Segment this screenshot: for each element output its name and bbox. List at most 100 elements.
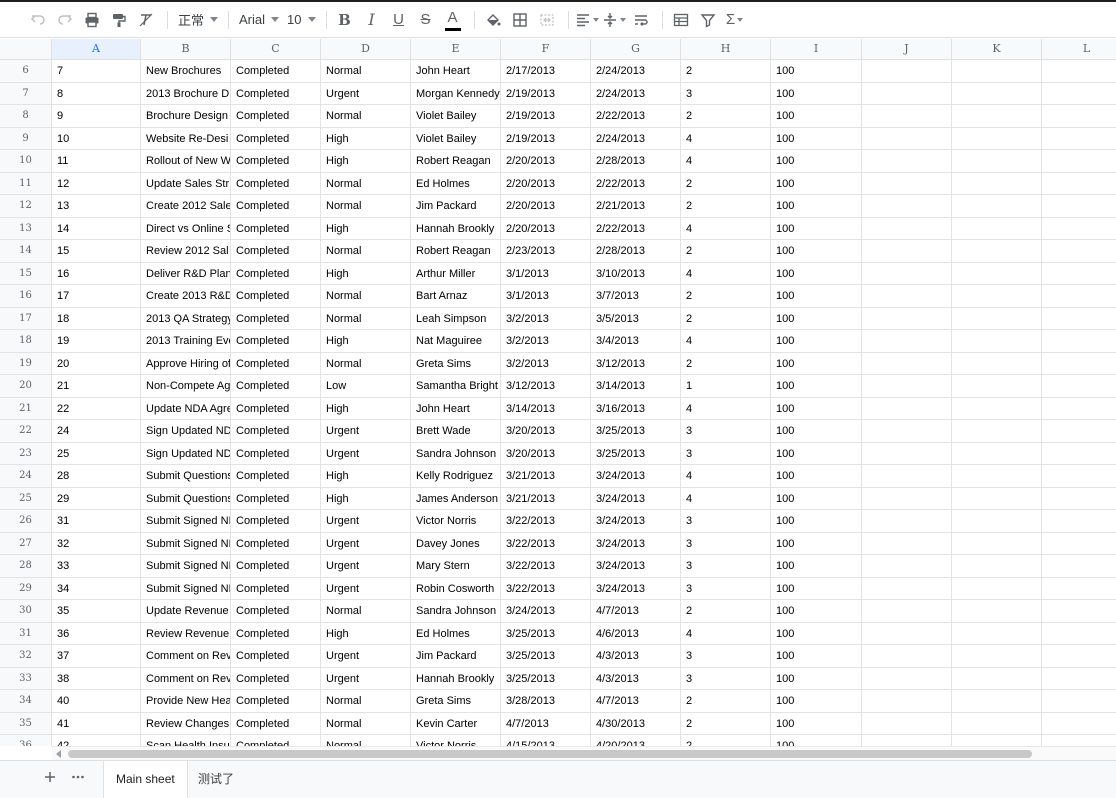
cell-h[interactable]: 2 bbox=[681, 195, 771, 217]
cell-l[interactable] bbox=[1042, 578, 1116, 600]
cell-h[interactable]: 3 bbox=[681, 510, 771, 532]
cell-j[interactable] bbox=[862, 307, 952, 329]
cell-l[interactable] bbox=[1042, 375, 1116, 397]
cell-l[interactable] bbox=[1042, 555, 1116, 577]
cell-l[interactable] bbox=[1042, 690, 1116, 712]
cell-a[interactable]: 22 bbox=[52, 397, 141, 419]
cell-k[interactable] bbox=[952, 712, 1042, 734]
cell-f[interactable]: 3/1/2013 bbox=[501, 262, 591, 284]
cell-e[interactable]: Greta Sims bbox=[411, 352, 501, 374]
row-header[interactable]: 17 bbox=[0, 307, 52, 329]
row-header[interactable]: 21 bbox=[0, 397, 52, 419]
cell-g[interactable]: 3/25/2013 bbox=[591, 442, 681, 464]
cell-i[interactable]: 100 bbox=[771, 622, 862, 644]
cell-a[interactable]: 12 bbox=[52, 172, 141, 194]
cell-d[interactable]: Urgent bbox=[321, 667, 411, 689]
cell-e[interactable]: Samantha Bright bbox=[411, 375, 501, 397]
undo-icon[interactable] bbox=[26, 6, 50, 34]
cell-j[interactable] bbox=[862, 195, 952, 217]
cell-i[interactable]: 100 bbox=[771, 285, 862, 307]
cell-h[interactable]: 4 bbox=[681, 465, 771, 487]
cell-e[interactable]: Jim Packard bbox=[411, 195, 501, 217]
cell-a[interactable]: 25 bbox=[52, 442, 141, 464]
cell-h[interactable]: 3 bbox=[681, 532, 771, 554]
cell-d[interactable]: Normal bbox=[321, 735, 411, 746]
cell-b[interactable]: Rollout of New W bbox=[141, 150, 231, 172]
cell-b[interactable]: Review Changes bbox=[141, 712, 231, 734]
cell-h[interactable]: 4 bbox=[681, 487, 771, 509]
column-header-h[interactable]: H bbox=[681, 39, 771, 59]
cell-k[interactable] bbox=[952, 442, 1042, 464]
cell-g[interactable]: 3/24/2013 bbox=[591, 532, 681, 554]
row-header[interactable]: 10 bbox=[0, 150, 52, 172]
cell-e[interactable]: Ed Holmes bbox=[411, 172, 501, 194]
cell-k[interactable] bbox=[952, 510, 1042, 532]
cell-a[interactable]: 37 bbox=[52, 645, 141, 667]
sheet-tab-test[interactable]: 测试了 bbox=[186, 761, 246, 798]
cell-a[interactable]: 19 bbox=[52, 330, 141, 352]
cell-k[interactable] bbox=[952, 577, 1042, 599]
column-header-j[interactable]: J bbox=[862, 39, 952, 59]
cell-j[interactable] bbox=[862, 262, 952, 284]
cell-a[interactable]: 17 bbox=[52, 285, 141, 307]
cell-k[interactable] bbox=[952, 465, 1042, 487]
add-sheet-icon[interactable] bbox=[40, 770, 60, 790]
cell-e[interactable]: Nat Maguiree bbox=[411, 330, 501, 352]
fill-color-icon[interactable] bbox=[481, 6, 505, 34]
cell-j[interactable] bbox=[862, 375, 952, 397]
cell-i[interactable]: 100 bbox=[771, 735, 862, 746]
cell-l[interactable] bbox=[1042, 218, 1116, 240]
cell-j[interactable] bbox=[862, 487, 952, 509]
cell-g[interactable]: 3/25/2013 bbox=[591, 420, 681, 442]
cell-b[interactable]: Submit Signed NI bbox=[141, 510, 231, 532]
cell-c[interactable]: Completed bbox=[231, 532, 321, 554]
cell-j[interactable] bbox=[862, 600, 952, 622]
cell-h[interactable]: 2 bbox=[681, 735, 771, 746]
cell-j[interactable] bbox=[862, 240, 952, 262]
cell-g[interactable]: 3/5/2013 bbox=[591, 307, 681, 329]
cell-l[interactable] bbox=[1042, 533, 1116, 555]
cell-e[interactable]: James Anderson bbox=[411, 487, 501, 509]
cell-g[interactable]: 2/28/2013 bbox=[591, 240, 681, 262]
row-header[interactable]: 34 bbox=[0, 690, 52, 712]
column-header-l[interactable]: L bbox=[1042, 39, 1116, 59]
cell-g[interactable]: 3/24/2013 bbox=[591, 465, 681, 487]
cell-d[interactable]: Normal bbox=[321, 285, 411, 307]
cell-c[interactable]: Completed bbox=[231, 60, 321, 82]
cell-e[interactable]: John Heart bbox=[411, 60, 501, 82]
cell-g[interactable]: 4/3/2013 bbox=[591, 667, 681, 689]
column-header-b[interactable]: B bbox=[141, 39, 231, 59]
cell-b[interactable]: Update Sales Str bbox=[141, 172, 231, 194]
cell-a[interactable]: 20 bbox=[52, 352, 141, 374]
row-header[interactable]: 19 bbox=[0, 352, 52, 374]
cell-i[interactable]: 100 bbox=[771, 577, 862, 599]
cell-a[interactable]: 10 bbox=[52, 127, 141, 149]
cell-g[interactable]: 2/24/2013 bbox=[591, 60, 681, 82]
cell-j[interactable] bbox=[862, 172, 952, 194]
cell-j[interactable] bbox=[862, 442, 952, 464]
select-all-corner[interactable] bbox=[0, 39, 52, 59]
cell-a[interactable]: 18 bbox=[52, 307, 141, 329]
cell-f[interactable]: 3/25/2013 bbox=[501, 622, 591, 644]
cell-i[interactable]: 100 bbox=[771, 487, 862, 509]
cell-h[interactable]: 2 bbox=[681, 285, 771, 307]
cell-f[interactable]: 3/21/2013 bbox=[501, 465, 591, 487]
cell-c[interactable]: Completed bbox=[231, 127, 321, 149]
cell-b[interactable]: Website Re-Desi bbox=[141, 127, 231, 149]
cell-e[interactable]: Sandra Johnson bbox=[411, 442, 501, 464]
cell-e[interactable]: Greta Sims bbox=[411, 690, 501, 712]
cell-i[interactable]: 100 bbox=[771, 307, 862, 329]
cell-e[interactable]: Bart Arnaz bbox=[411, 285, 501, 307]
cell-c[interactable]: Completed bbox=[231, 487, 321, 509]
cell-l[interactable] bbox=[1042, 308, 1116, 330]
cell-i[interactable]: 100 bbox=[771, 127, 862, 149]
cell-c[interactable]: Completed bbox=[231, 577, 321, 599]
cell-k[interactable] bbox=[952, 532, 1042, 554]
filter-icon[interactable] bbox=[696, 6, 720, 34]
cell-f[interactable]: 3/2/2013 bbox=[501, 330, 591, 352]
cell-e[interactable]: Violet Bailey bbox=[411, 105, 501, 127]
cell-b[interactable]: Submit Questions bbox=[141, 487, 231, 509]
cell-i[interactable]: 100 bbox=[771, 532, 862, 554]
cell-f[interactable]: 3/21/2013 bbox=[501, 487, 591, 509]
column-header-a[interactable]: A bbox=[52, 39, 141, 59]
